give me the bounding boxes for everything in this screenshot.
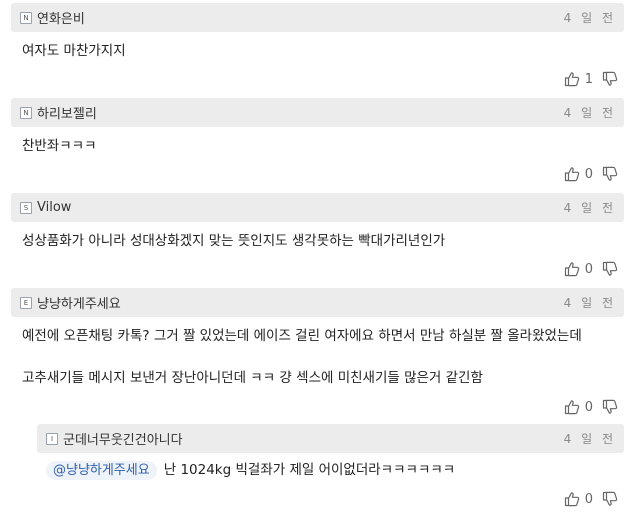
dislike-button[interactable] bbox=[602, 399, 618, 415]
comment: N 연화은비 4 일 전 여자도 마찬가지지 1 bbox=[0, 3, 635, 92]
comment-header: N 하리보젤리 4 일 전 bbox=[11, 98, 624, 127]
like-count: 0 bbox=[584, 261, 593, 277]
comment-text: 여자도 마찬가지지 bbox=[22, 43, 126, 59]
comment-actions: 1 bbox=[11, 66, 624, 92]
comment-time: 4 일 전 bbox=[563, 11, 616, 25]
thumbs-down-icon bbox=[602, 166, 618, 181]
comment-time: 4 일 전 bbox=[563, 106, 616, 120]
thumbs-down-icon bbox=[602, 71, 618, 86]
reply-comment: I 군데너무웃긴건아니다 4 일 전 @냥냥하게주세요 난 1024kg 빅걸좌가… bbox=[0, 424, 635, 512]
like-button[interactable]: 0 bbox=[564, 166, 602, 182]
comment-time: 4 일 전 bbox=[563, 432, 616, 446]
thumbs-up-icon bbox=[564, 492, 579, 507]
dislike-button[interactable] bbox=[602, 71, 618, 87]
like-button[interactable]: 0 bbox=[564, 399, 602, 415]
user-level-icon: E bbox=[20, 296, 32, 309]
user-level-icon: I bbox=[46, 432, 58, 445]
comment-author[interactable]: Vilow bbox=[37, 200, 71, 215]
like-count: 0 bbox=[584, 166, 593, 182]
thumbs-up-icon bbox=[564, 262, 579, 277]
comment: S Vilow 4 일 전 성상품화가 아니라 성대상화겠지 맞는 뜻인지도 생… bbox=[0, 193, 635, 282]
comment-list: N 연화은비 4 일 전 여자도 마찬가지지 1 N 하리보젤리 4 일 전 찬… bbox=[0, 3, 635, 512]
user-level-icon: N bbox=[20, 11, 32, 24]
user-level-icon: N bbox=[20, 106, 32, 119]
thumbs-up-icon bbox=[564, 400, 579, 415]
comment-actions: 0 bbox=[11, 394, 624, 420]
comment-text: 성상품화가 아니라 성대상화겠지 맞는 뜻인지도 생각못하는 빡대가리년인가 bbox=[22, 233, 446, 249]
comment-author[interactable]: 하리보젤리 bbox=[37, 103, 97, 122]
dislike-button[interactable] bbox=[602, 261, 618, 277]
comment-author[interactable]: 냥냥하게주세요 bbox=[37, 293, 121, 312]
like-button[interactable]: 0 bbox=[564, 261, 602, 277]
thumbs-down-icon bbox=[602, 261, 618, 276]
like-count: 0 bbox=[584, 491, 593, 507]
comment-text: @냥냥하게주세요 난 1024kg 빅걸좌가 제일 어이없더라ㅋㅋㅋㅋㅋㅋ bbox=[37, 453, 624, 480]
thumbs-up-icon bbox=[564, 167, 579, 182]
comment: N 하리보젤리 4 일 전 찬반좌ㅋㅋㅋ 0 bbox=[0, 98, 635, 187]
like-count: 1 bbox=[584, 71, 593, 87]
comment-text: 찬반좌ㅋㅋㅋ bbox=[22, 138, 97, 154]
comment-author[interactable]: 군데너무웃긴건아니다 bbox=[63, 429, 183, 448]
dislike-button[interactable] bbox=[602, 491, 618, 507]
comment-header: N 연화은비 4 일 전 bbox=[11, 3, 624, 32]
comment-time: 4 일 전 bbox=[563, 296, 616, 310]
mention-tag[interactable]: @냥냥하게주세요 bbox=[46, 461, 157, 480]
comment-actions: 0 bbox=[37, 486, 624, 512]
dislike-button[interactable] bbox=[602, 166, 618, 182]
like-button[interactable]: 0 bbox=[564, 491, 602, 507]
like-button[interactable]: 1 bbox=[564, 71, 602, 87]
comment-header: E 냥냥하게주세요 4 일 전 bbox=[11, 288, 624, 317]
user-level-icon: S bbox=[20, 201, 32, 214]
comment-header: S Vilow 4 일 전 bbox=[11, 193, 624, 222]
reply-text: 난 1024kg 빅걸좌가 제일 어이없더라ㅋㅋㅋㅋㅋㅋ bbox=[163, 462, 456, 478]
thumbs-down-icon bbox=[602, 491, 618, 506]
comment-actions: 0 bbox=[11, 161, 624, 187]
comment-time: 4 일 전 bbox=[563, 201, 616, 215]
comment-actions: 0 bbox=[11, 256, 624, 282]
comment-header: I 군데너무웃긴건아니다 4 일 전 bbox=[37, 424, 624, 453]
comment-author[interactable]: 연화은비 bbox=[37, 8, 85, 27]
thumbs-down-icon bbox=[602, 399, 618, 414]
like-count: 0 bbox=[584, 399, 593, 415]
thumbs-up-icon bbox=[564, 72, 579, 87]
comment: E 냥냥하게주세요 4 일 전 예전에 오픈채팅 카톡? 그거 짤 있었는데 에… bbox=[0, 288, 635, 420]
comment-text: 예전에 오픈채팅 카톡? 그거 짤 있었는데 에이즈 걸린 여자에요 하면서 만… bbox=[22, 328, 582, 386]
